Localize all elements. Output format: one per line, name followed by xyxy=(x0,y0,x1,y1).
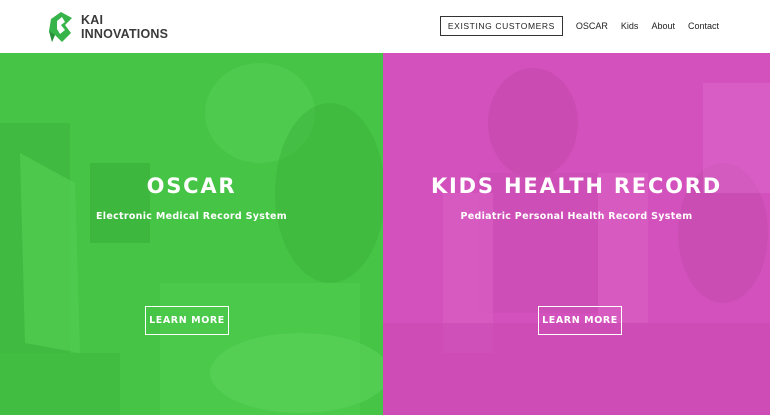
kids-health-record-hero-panel: KIDS HEALTH RECORD Pediatric Personal He… xyxy=(383,53,770,415)
nav-link-oscar[interactable]: OSCAR xyxy=(576,21,608,31)
nav-link-about[interactable]: About xyxy=(651,21,675,31)
oscar-subtitle: Electronic Medical Record System xyxy=(96,211,287,222)
oscar-title: OSCAR xyxy=(146,174,237,198)
site-header: KAI INNOVATIONS EXISTING CUSTOMERS OSCAR… xyxy=(0,0,770,53)
oscar-hero-panel: OSCAR Electronic Medical Record System L… xyxy=(0,53,383,415)
existing-customers-button[interactable]: EXISTING CUSTOMERS xyxy=(439,16,563,36)
kids-background-photo xyxy=(383,53,770,415)
kids-health-record-title: KIDS HEALTH RECORD xyxy=(430,174,723,198)
nav-link-kids[interactable]: Kids xyxy=(621,21,639,31)
oscar-learn-more-button[interactable]: LEARN MORE xyxy=(145,306,229,335)
kids-health-record-subtitle: Pediatric Personal Health Record System xyxy=(460,211,693,222)
main-nav: EXISTING CUSTOMERS OSCAR Kids About Cont… xyxy=(439,16,719,36)
brand-name: KAI INNOVATIONS xyxy=(81,13,168,41)
kids-learn-more-button[interactable]: LEARN MORE xyxy=(538,306,622,335)
oscar-background-photo xyxy=(0,53,383,415)
brand-logo[interactable]: KAI INNOVATIONS xyxy=(48,11,168,43)
nav-link-contact[interactable]: Contact xyxy=(688,21,719,31)
brand-name-line2: INNOVATIONS xyxy=(81,27,169,41)
kai-leaf-logo-icon xyxy=(49,12,72,42)
brand-name-line1: KAI xyxy=(81,13,104,27)
